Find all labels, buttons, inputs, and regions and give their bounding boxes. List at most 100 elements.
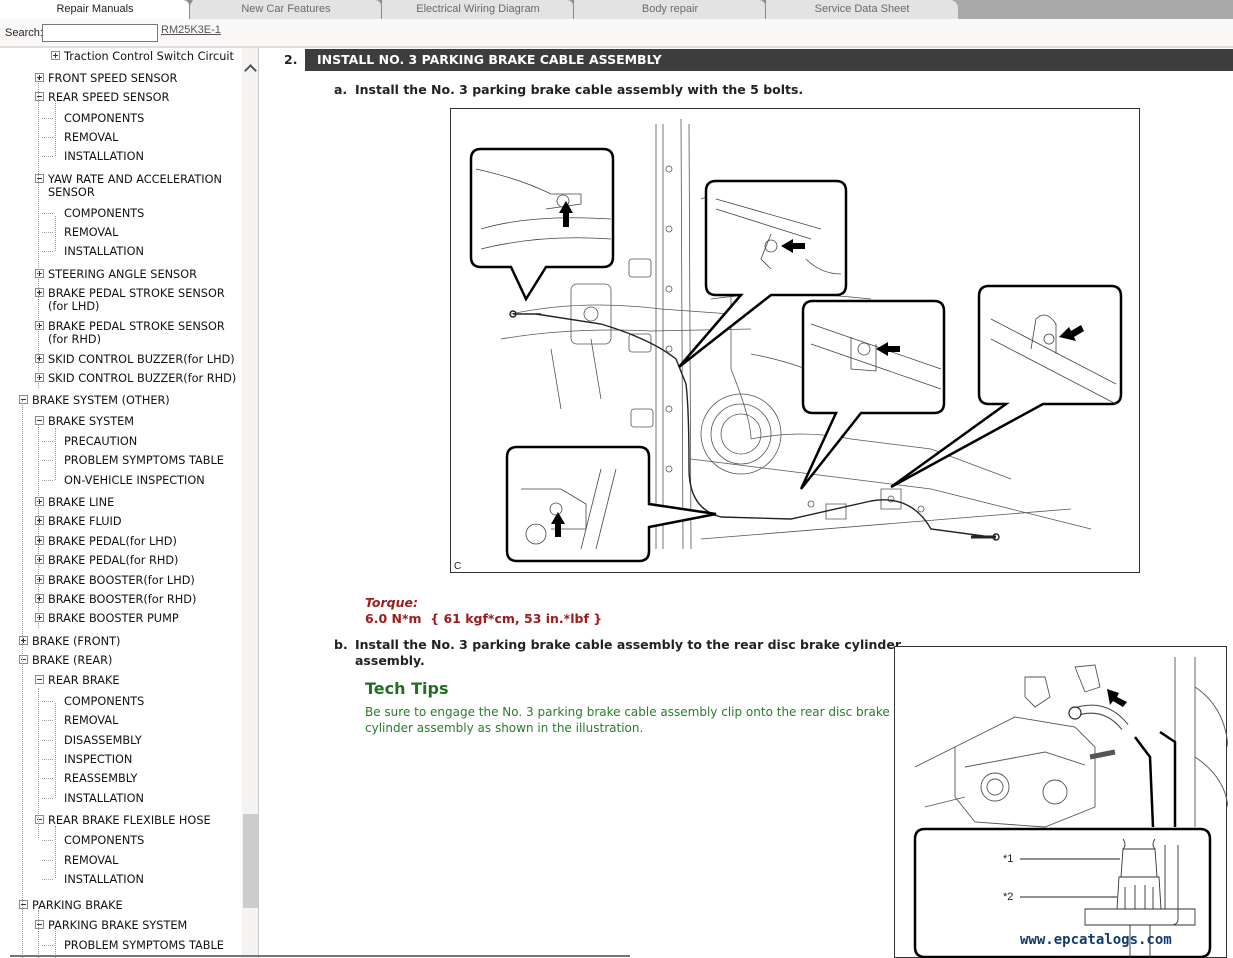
tree-guide-line xyxy=(55,428,56,480)
tree-item-label-continued: (for RHD) xyxy=(48,333,101,346)
collapse-minus-icon[interactable] xyxy=(35,815,44,824)
tab-new-car-features[interactable]: New Car Features xyxy=(190,0,385,19)
tree-connector xyxy=(42,860,53,861)
tree-item-label-continued: (for LHD) xyxy=(48,300,100,313)
expand-plus-icon[interactable] xyxy=(35,288,44,297)
collapse-minus-icon[interactable] xyxy=(19,395,28,404)
tree-guide-line xyxy=(38,78,39,388)
illustration-drawing: *1 *2 xyxy=(913,657,1228,958)
tab-separator xyxy=(187,0,193,19)
tree-guide-line xyxy=(38,688,39,838)
navigation-tree: Traction Control Switch Circuit FRONT SPE… xyxy=(0,48,242,958)
expand-plus-icon[interactable] xyxy=(35,269,44,278)
tree-item-label: PARKING BRAKE xyxy=(32,899,123,912)
tree-item-label: INSTALLATION xyxy=(64,792,144,805)
expand-plus-icon[interactable] xyxy=(35,594,44,603)
substep-letter: a. xyxy=(334,82,348,97)
collapse-minus-icon[interactable] xyxy=(35,675,44,684)
tree-item-label: INSTALLATION xyxy=(64,150,144,163)
expand-plus-icon[interactable] xyxy=(35,516,44,525)
tree-guide-line xyxy=(55,703,56,798)
collapse-minus-icon[interactable] xyxy=(35,416,44,425)
step-header: INSTALL NO. 3 PARKING BRAKE CABLE ASSEMB… xyxy=(305,49,1233,71)
tree-connector xyxy=(42,945,53,946)
tree-scrollbar[interactable] xyxy=(242,48,259,958)
substep-letter: b. xyxy=(334,637,348,652)
expand-plus-icon[interactable] xyxy=(35,575,44,584)
tab-service-data-sheet[interactable]: Service Data Sheet xyxy=(766,0,958,19)
expand-plus-icon[interactable] xyxy=(35,73,44,82)
tree-item-label: COMPONENTS xyxy=(64,695,145,708)
tree-item-label: PARKING BRAKE SYSTEM xyxy=(48,919,188,932)
tree-item-label: REMOVAL xyxy=(64,131,119,144)
tab-repair-manuals[interactable]: Repair Manuals xyxy=(0,0,193,19)
collapse-minus-icon[interactable] xyxy=(35,920,44,929)
tree-item-label: INSTALLATION xyxy=(64,245,144,258)
scroll-up-chevron-icon[interactable] xyxy=(244,62,257,74)
tech-tips-text: Be sure to engage the No. 3 parking brak… xyxy=(365,705,890,735)
tree-connector xyxy=(42,740,53,741)
tree-item-label: BRAKE PEDAL(for RHD) xyxy=(48,554,179,567)
substep-b: b. Install the No. 3 parking brake cable… xyxy=(334,637,901,671)
tree-item-label: PROBLEM SYMPTOMS TABLE xyxy=(64,939,224,952)
tab-label: Body repair xyxy=(641,3,699,15)
torque-value: 6.0 N*m { 61 kgf*cm, 53 in.*lbf } xyxy=(365,611,603,626)
tree-item-label: BRAKE (REAR) xyxy=(32,654,113,667)
tree-guide-line xyxy=(55,216,56,251)
collapse-minus-icon[interactable] xyxy=(19,655,28,664)
document-id-link[interactable]: RM25K3E-1 xyxy=(161,24,221,36)
substep-text: Install the No. 3 parking brake cable as… xyxy=(355,82,804,97)
tree-item-label: FRONT SPEED SENSOR xyxy=(48,72,178,85)
torque-label: Torque: xyxy=(365,595,418,610)
expand-plus-icon[interactable] xyxy=(35,536,44,545)
expand-plus-icon[interactable] xyxy=(35,354,44,363)
tree-item-label: COMPONENTS xyxy=(64,834,145,847)
tree-item-label: REMOVAL xyxy=(64,854,119,867)
tree-item-label: REAR BRAKE xyxy=(48,674,120,687)
expand-plus-icon[interactable] xyxy=(35,497,44,506)
tab-label: Repair Manuals xyxy=(56,3,134,15)
tree-connector xyxy=(42,137,53,138)
expand-plus-icon[interactable] xyxy=(35,613,44,622)
expand-plus-icon[interactable] xyxy=(35,321,44,330)
expand-plus-icon[interactable] xyxy=(19,636,28,645)
expand-plus-icon[interactable] xyxy=(51,51,60,60)
search-label: Search: xyxy=(5,27,43,39)
tab-electrical-wiring-diagram[interactable]: Electrical Wiring Diagram xyxy=(382,0,577,19)
tree-connector xyxy=(42,701,53,702)
tree-connector xyxy=(42,251,53,252)
tree-item-label: PROBLEM SYMPTOMS TABLE xyxy=(64,454,224,467)
tree-item-label: REAR SPEED SENSOR xyxy=(48,91,170,104)
tree-connector xyxy=(42,118,53,119)
tree-connector xyxy=(42,460,53,461)
tab-label: New Car Features xyxy=(241,3,331,15)
collapse-minus-icon[interactable] xyxy=(19,900,28,909)
tree-item-label: PRECAUTION xyxy=(64,435,138,448)
watermark: www.epcatalogs.com xyxy=(1020,932,1172,948)
tree-item-label: BRAKE PEDAL STROKE SENSOR xyxy=(48,320,225,333)
tree-connector xyxy=(42,720,53,721)
figure-label: C xyxy=(454,561,462,572)
callout-1: *1 xyxy=(1003,853,1013,865)
tree-item-label: COMPONENTS xyxy=(64,207,145,220)
expand-plus-icon[interactable] xyxy=(35,373,44,382)
expand-plus-icon[interactable] xyxy=(35,555,44,564)
collapse-minus-icon[interactable] xyxy=(35,92,44,101)
tree-guide-line xyxy=(38,424,39,628)
tree-connector xyxy=(42,759,53,760)
tree-item-label: BRAKE BOOSTER(for LHD) xyxy=(48,574,195,587)
tree-item-label: SKID CONTROL BUZZER(for RHD) xyxy=(48,372,237,385)
tree-item-label: Traction Control Switch Circuit xyxy=(64,50,234,63)
collapse-minus-icon[interactable] xyxy=(35,174,44,183)
tab-body-repair[interactable]: Body repair xyxy=(574,0,769,19)
tech-tips-title: Tech Tips xyxy=(365,679,449,698)
tree-guide-line xyxy=(55,928,56,958)
scroll-thumb[interactable] xyxy=(243,814,258,908)
tree-connector xyxy=(42,480,53,481)
tree-item-label: STEERING ANGLE SENSOR xyxy=(48,268,197,281)
tree-connector xyxy=(42,232,53,233)
cable-installation-illustration: C xyxy=(450,108,1140,573)
tree-connector xyxy=(42,213,53,214)
tree-item-label: BRAKE (FRONT) xyxy=(32,635,121,648)
search-input[interactable] xyxy=(42,24,158,42)
